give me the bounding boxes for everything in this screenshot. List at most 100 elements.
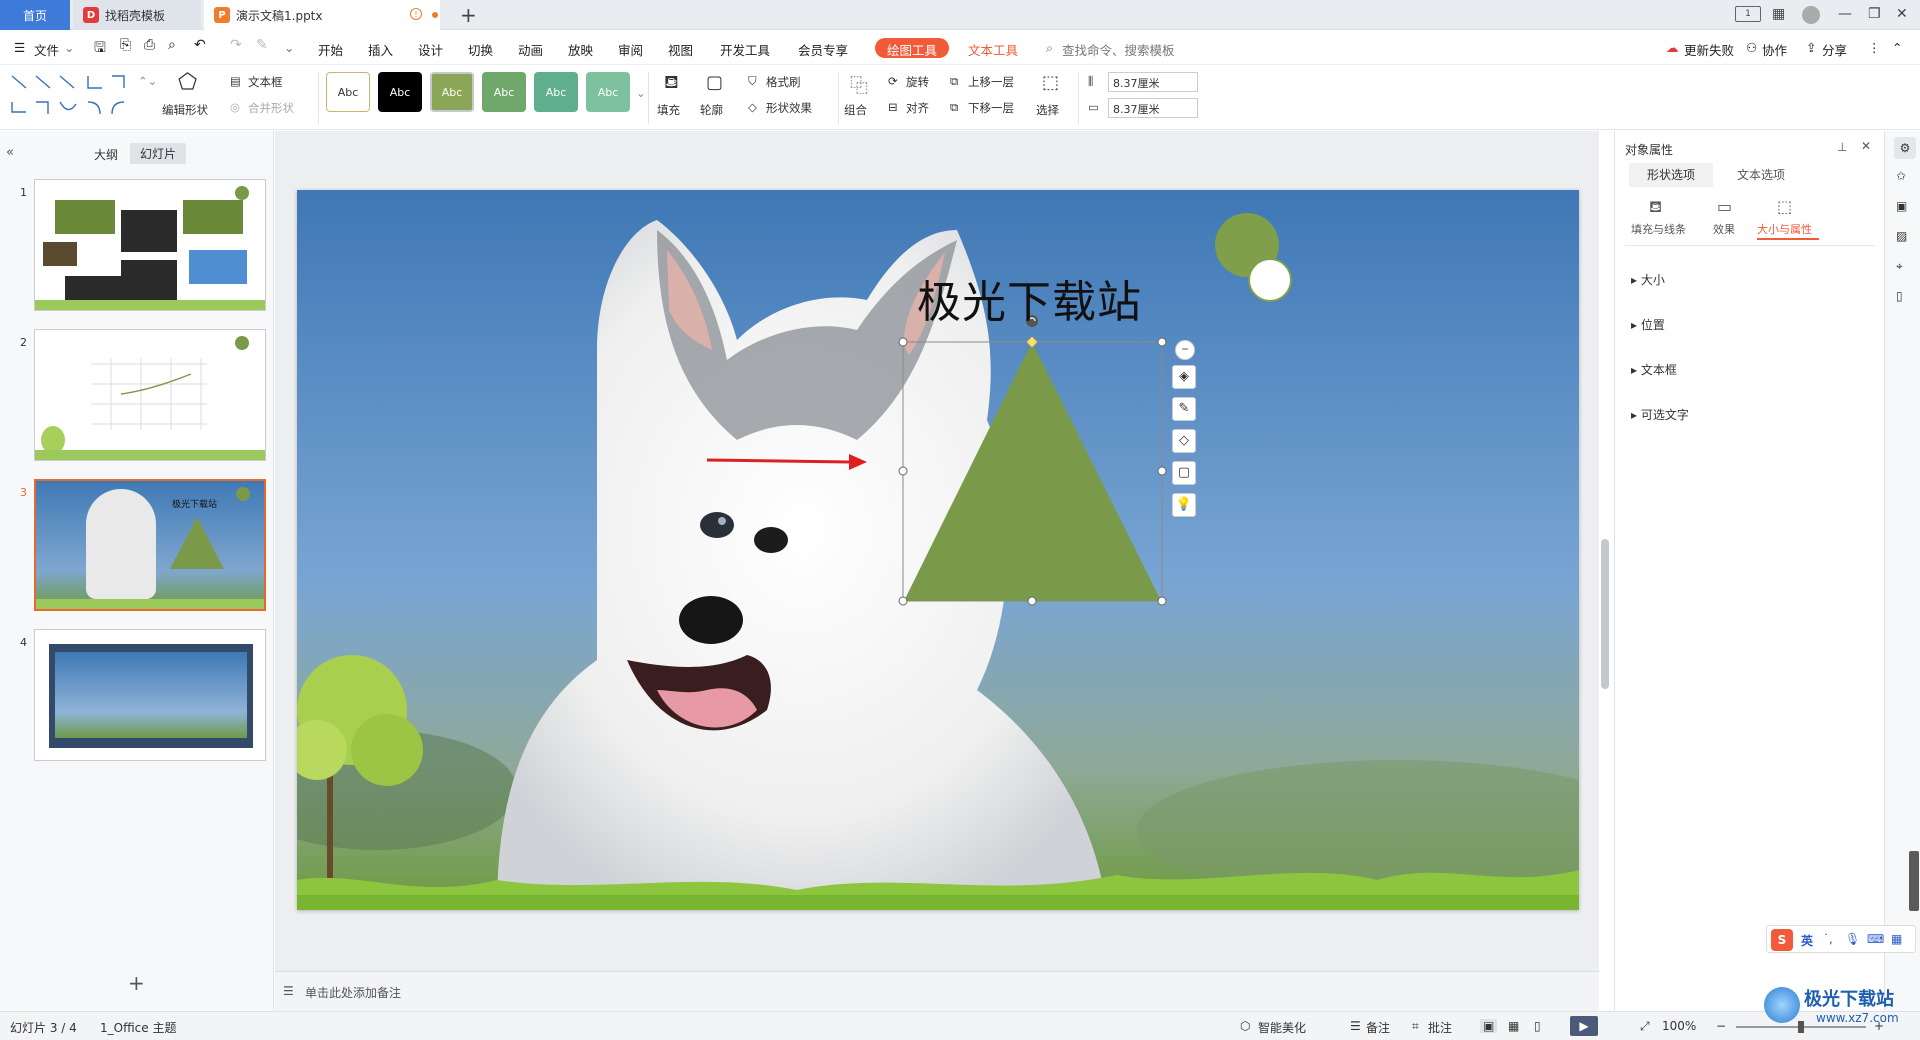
smart-beautify-button[interactable]: 智能美化	[1258, 1019, 1306, 1036]
width-input[interactable]: 8.37厘米	[1108, 98, 1198, 118]
share-button[interactable]: 分享	[1822, 40, 1847, 59]
restore-icon[interactable]: ❐	[1868, 6, 1881, 22]
tab-outline[interactable]: 大纲	[94, 146, 118, 163]
bring-forward-button[interactable]: 上移一层	[968, 74, 1014, 90]
layout-icon[interactable]: 1	[1735, 6, 1761, 22]
zoom-level[interactable]: 100%	[1662, 1019, 1696, 1033]
pen-icon[interactable]: ✎	[1172, 397, 1196, 421]
shape-style-5[interactable]: Abc	[534, 72, 578, 112]
properties-icon[interactable]: ⚙	[1894, 137, 1916, 159]
tab-template[interactable]: D 找稻壳模板	[73, 0, 201, 30]
shape-style-4[interactable]: Abc	[482, 72, 526, 112]
section-alt-text[interactable]: ▸ 可选文字	[1631, 406, 1689, 423]
close-icon[interactable]: ✕	[1896, 6, 1908, 22]
menu-animation[interactable]: 动画	[518, 40, 543, 59]
format-brush-button[interactable]: 格式刷	[766, 74, 801, 90]
ime-toolbar[interactable]: S 英 ˙, 🎙 ⌨ ▦	[1766, 925, 1916, 953]
collab-button[interactable]: 协作	[1762, 40, 1787, 59]
print-preview-icon[interactable]: ⌕	[168, 37, 176, 53]
section-textbox[interactable]: ▸ 文本框	[1631, 361, 1677, 378]
menu-transition[interactable]: 切换	[468, 40, 493, 59]
lightbulb-icon[interactable]: 💡	[1172, 493, 1196, 517]
minimize-icon[interactable]: —	[1838, 6, 1852, 22]
transition-icon[interactable]: ▣	[1896, 199, 1907, 213]
fill-icon[interactable]: ◇	[1172, 429, 1196, 453]
location-icon[interactable]: ⌖	[1896, 259, 1903, 274]
line-shapes-gallery[interactable]	[8, 72, 148, 124]
collapse-ribbon-icon[interactable]: ⌃	[1892, 40, 1902, 55]
textbox-button[interactable]: 文本框	[248, 74, 283, 90]
pin-icon[interactable]: ⊥	[1837, 140, 1847, 154]
outline-button[interactable]: 轮廓	[700, 102, 723, 118]
reading-view-icon[interactable]: ▯	[1534, 1019, 1541, 1033]
fill-button[interactable]: 填充	[657, 102, 680, 118]
align-button[interactable]: 对齐	[906, 100, 929, 116]
undo-icon[interactable]: ↶	[194, 37, 206, 53]
format-painter-icon[interactable]: ✎	[256, 37, 268, 53]
fit-window-icon[interactable]: ⤢	[1640, 1019, 1650, 1034]
apps-grid-icon[interactable]: ▦	[1772, 6, 1785, 22]
new-tab-icon[interactable]: +	[460, 3, 477, 27]
notes-bar[interactable]: ☰ 单击此处添加备注	[275, 971, 1599, 1011]
menu-slideshow[interactable]: 放映	[568, 40, 593, 59]
tab-drawing-tools[interactable]: 绘图工具	[875, 38, 950, 58]
quick-access-chevron-icon[interactable]: ⌄	[284, 40, 294, 55]
arrow-shape[interactable]	[706, 458, 850, 464]
redo-icon[interactable]: ↷	[230, 37, 242, 53]
chevron-down-icon[interactable]: ⌄	[64, 40, 74, 55]
vertical-scrollbar[interactable]	[1601, 139, 1609, 959]
zoom-out-icon[interactable]: −	[1716, 1019, 1726, 1033]
subtab-effect[interactable]: 效果	[1713, 221, 1735, 237]
shape-style-3[interactable]: Abc	[430, 72, 474, 112]
add-slide-button[interactable]: +	[128, 971, 145, 995]
select-button[interactable]: 选择	[1036, 102, 1059, 118]
section-position[interactable]: ▸ 位置	[1631, 316, 1665, 333]
menu-file[interactable]: 文件	[34, 40, 59, 59]
keyboard-icon[interactable]: ⌨	[1867, 932, 1884, 946]
slide[interactable]: 极光下载站 – ◈ ✎ ◇ ▢ 💡	[297, 190, 1579, 910]
play-icon[interactable]: ▶	[1570, 1016, 1598, 1036]
shape-style-2[interactable]: Abc	[378, 72, 422, 112]
punct-icon[interactable]: ˙,	[1823, 932, 1833, 946]
more-icon[interactable]: ⋮	[1868, 40, 1881, 55]
notes-toggle-button[interactable]: 备注	[1366, 1019, 1390, 1036]
menu-insert[interactable]: 插入	[368, 40, 393, 59]
layers-icon[interactable]: ◈	[1172, 365, 1196, 389]
slide-title[interactable]: 极光下载站	[917, 266, 1142, 330]
outline-icon[interactable]: ▢	[1172, 461, 1196, 485]
side-handle[interactable]	[1909, 851, 1919, 911]
slide-thumbnail-2[interactable]	[34, 329, 266, 461]
menu-home[interactable]: 开始	[318, 40, 343, 59]
menu-view[interactable]: 视图	[668, 40, 693, 59]
tab-slides[interactable]: 幻灯片	[130, 143, 187, 164]
save-icon[interactable]: 🖫	[94, 37, 106, 61]
normal-view-icon[interactable]: ▣	[1480, 1019, 1498, 1033]
comment-button[interactable]: 批注	[1428, 1019, 1452, 1036]
book-icon[interactable]: ▯	[1896, 289, 1903, 303]
slide-thumbnail-1[interactable]	[34, 179, 266, 311]
scrollbar-thumb[interactable]	[1601, 539, 1609, 689]
export-pdf-icon[interactable]: ⎘	[120, 37, 131, 53]
menu-design[interactable]: 设计	[418, 40, 443, 59]
menu-developer[interactable]: 开发工具	[720, 40, 770, 59]
slide-thumbnail-3[interactable]: 极光下载站	[34, 479, 266, 611]
shape-style-1[interactable]: Abc	[326, 72, 370, 112]
avatar[interactable]	[1802, 6, 1820, 24]
section-size[interactable]: ▸ 大小	[1631, 271, 1665, 288]
style-gallery-more-icon[interactable]: ⌄	[636, 86, 646, 100]
menu-member[interactable]: 会员专享	[798, 40, 848, 59]
tab-text-options[interactable]: 文本选项	[1719, 163, 1803, 187]
subtab-size-props[interactable]: 大小与属性	[1757, 221, 1812, 237]
collapse-panel-icon[interactable]: «	[6, 145, 14, 160]
edit-shape-button[interactable]: 编辑形状	[162, 102, 208, 118]
image-icon[interactable]: ▨	[1896, 229, 1907, 243]
slide-thumbnail-4[interactable]	[34, 629, 266, 761]
rotate-button[interactable]: 旋转	[906, 74, 929, 90]
command-search-input[interactable]: 查找命令、搜索模板	[1062, 40, 1175, 59]
theme-name[interactable]: 1_Office 主题	[100, 1019, 176, 1036]
ime-lang[interactable]: 英	[1801, 932, 1813, 949]
shape-effect-button[interactable]: 形状效果	[766, 100, 812, 116]
panel-title[interactable]: 对象属性	[1625, 141, 1673, 158]
notes-placeholder[interactable]: 单击此处添加备注	[305, 984, 401, 1001]
subtab-fill-line[interactable]: 填充与线条	[1631, 221, 1686, 237]
